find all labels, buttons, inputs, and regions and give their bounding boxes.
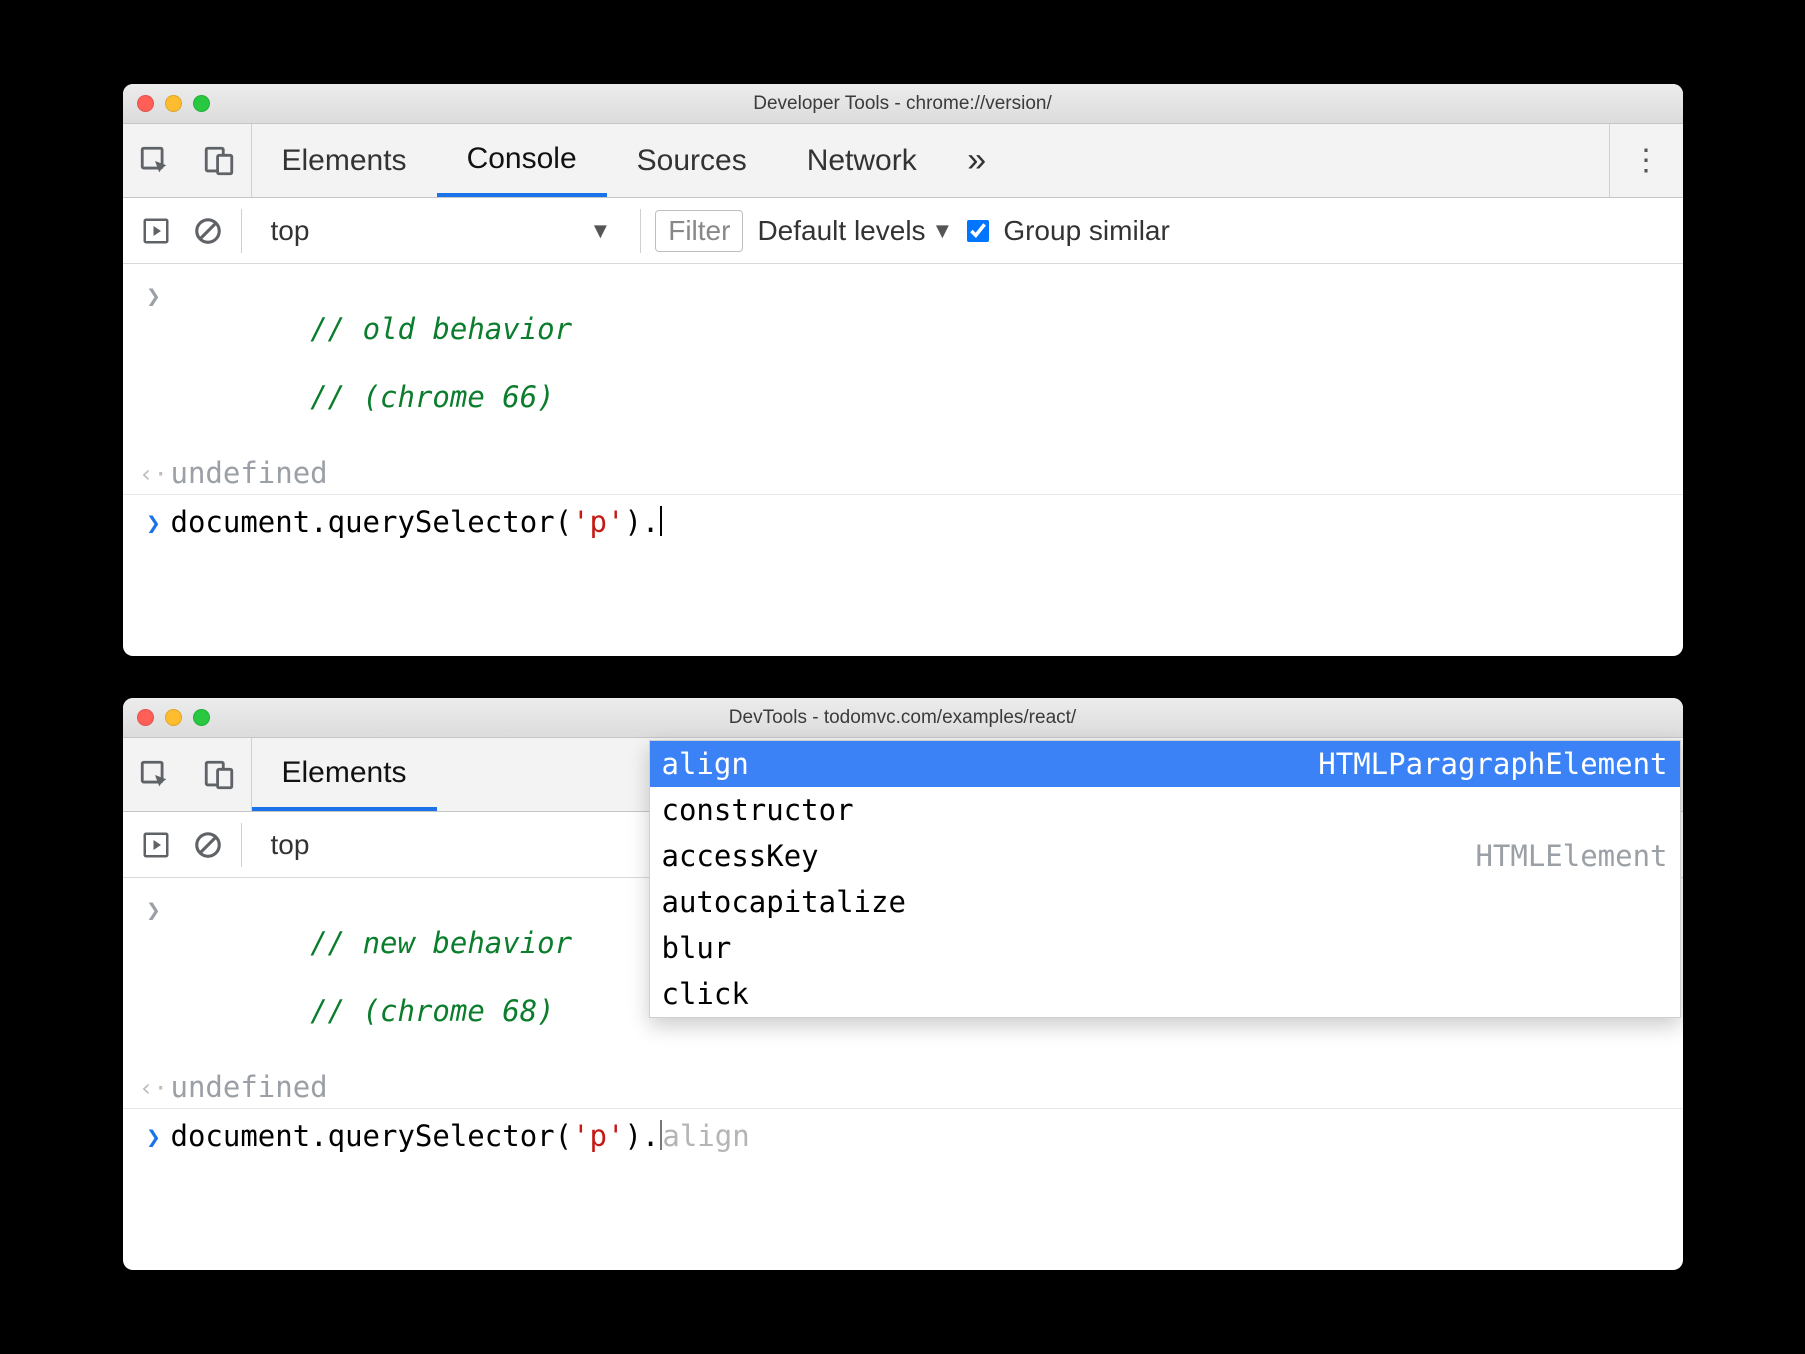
console-row: ❯ // old behavior // (chrome 66) (123, 274, 1683, 452)
filterbar: top ▼ Filter Default levels ▼ Group simi… (123, 198, 1683, 264)
play-icon[interactable] (137, 830, 175, 860)
comment-text: // (chrome 66) (310, 380, 554, 414)
autocomplete-item[interactable]: click (650, 971, 1680, 1017)
titlebar[interactable]: Developer Tools - chrome://version/ (123, 84, 1683, 124)
device-icon[interactable] (187, 124, 251, 197)
tabbar: Elements Console Sources Network » ⋮ (123, 124, 1683, 198)
context-label: top (271, 829, 310, 861)
autocomplete-hint: HTMLElement (1475, 839, 1667, 873)
autocomplete-label: blur (662, 931, 732, 965)
divider (241, 823, 242, 867)
chevron-left-icon: ‹· (139, 1074, 168, 1102)
more-tabs-button[interactable]: » (947, 124, 1007, 197)
device-icon[interactable] (187, 738, 251, 811)
filter-input[interactable]: Filter (655, 210, 743, 252)
prompt-input[interactable]: document.querySelector('p').align (171, 1119, 1669, 1153)
titlebar[interactable]: DevTools - todomvc.com/examples/react/ (123, 698, 1683, 738)
autocomplete-item[interactable]: align HTMLParagraphElement (650, 741, 1680, 787)
minimize-icon[interactable] (165, 709, 182, 726)
autocomplete-label: constructor (662, 793, 854, 827)
chevron-left-icon: ‹· (139, 460, 168, 488)
prompt-chevron-icon: ❯ (146, 1123, 160, 1151)
context-selector[interactable]: top (256, 824, 325, 866)
close-icon[interactable] (137, 709, 154, 726)
console-body: ❯ // old behavior // (chrome 66) ‹· unde… (123, 264, 1683, 583)
levels-label: Default levels (757, 215, 925, 247)
close-icon[interactable] (137, 95, 154, 112)
autocomplete-item[interactable]: autocapitalize (650, 879, 1680, 925)
console-prompt[interactable]: ❯ document.querySelector('p'). (123, 494, 1683, 543)
comment-text: // new behavior (310, 926, 572, 960)
group-similar-label: Group similar (1003, 215, 1169, 247)
divider (241, 209, 242, 253)
minimize-icon[interactable] (165, 95, 182, 112)
autocomplete-item[interactable]: accessKey HTMLElement (650, 833, 1680, 879)
undefined-text: undefined (171, 456, 328, 490)
play-icon[interactable] (137, 216, 175, 246)
autocomplete-popup[interactable]: align HTMLParagraphElement constructor a… (649, 740, 1681, 1018)
tabs: Elements Console Sources Network » (252, 124, 1609, 197)
chevron-down-icon: ▼ (589, 218, 611, 244)
context-selector[interactable]: top ▼ (256, 210, 627, 252)
tab-network[interactable]: Network (777, 124, 947, 197)
traffic-lights (137, 709, 210, 726)
autocomplete-item[interactable]: blur (650, 925, 1680, 971)
console-prompt[interactable]: ❯ document.querySelector('p').align (123, 1108, 1683, 1157)
tab-console[interactable]: Console (437, 124, 607, 197)
window-title: DevTools - todomvc.com/examples/react/ (123, 707, 1683, 729)
autocomplete-hint: HTMLParagraphElement (1318, 747, 1667, 781)
tab-elements[interactable]: Elements (252, 124, 437, 197)
tab-elements[interactable]: Elements (252, 738, 437, 811)
inspect-icon[interactable] (123, 738, 187, 811)
autocomplete-label: accessKey (662, 839, 819, 873)
autocomplete-label: align (662, 747, 749, 781)
clear-icon[interactable] (189, 830, 227, 860)
prompt-input[interactable]: document.querySelector('p'). (171, 505, 1669, 539)
comment-text: // old behavior (310, 312, 572, 346)
clear-icon[interactable] (189, 216, 227, 246)
autocomplete-label: autocapitalize (662, 885, 906, 919)
traffic-lights (137, 95, 210, 112)
group-similar-checkbox[interactable] (967, 220, 989, 242)
log-levels-selector[interactable]: Default levels ▼ (757, 215, 953, 247)
chevron-right-icon: ❯ (146, 282, 160, 310)
maximize-icon[interactable] (193, 709, 210, 726)
prompt-chevron-icon: ❯ (146, 509, 160, 537)
divider (640, 209, 641, 253)
context-label: top (271, 215, 310, 247)
console-row: ‹· undefined (123, 452, 1683, 494)
console-row: ‹· undefined (123, 1066, 1683, 1108)
autocomplete-item[interactable]: constructor (650, 787, 1680, 833)
undefined-text: undefined (171, 1070, 328, 1104)
devtools-window-new: DevTools - todomvc.com/examples/react/ E… (123, 698, 1683, 1270)
devtools-window-old: Developer Tools - chrome://version/ Elem… (123, 84, 1683, 656)
autocomplete-label: click (662, 977, 749, 1011)
chevron-right-icon: ❯ (146, 896, 160, 924)
comment-text: // (chrome 68) (310, 994, 554, 1028)
inspect-icon[interactable] (123, 124, 187, 197)
tab-sources[interactable]: Sources (607, 124, 777, 197)
kebab-menu-icon[interactable]: ⋮ (1609, 124, 1683, 197)
maximize-icon[interactable] (193, 95, 210, 112)
window-title: Developer Tools - chrome://version/ (123, 93, 1683, 115)
chevron-down-icon: ▼ (932, 218, 954, 244)
